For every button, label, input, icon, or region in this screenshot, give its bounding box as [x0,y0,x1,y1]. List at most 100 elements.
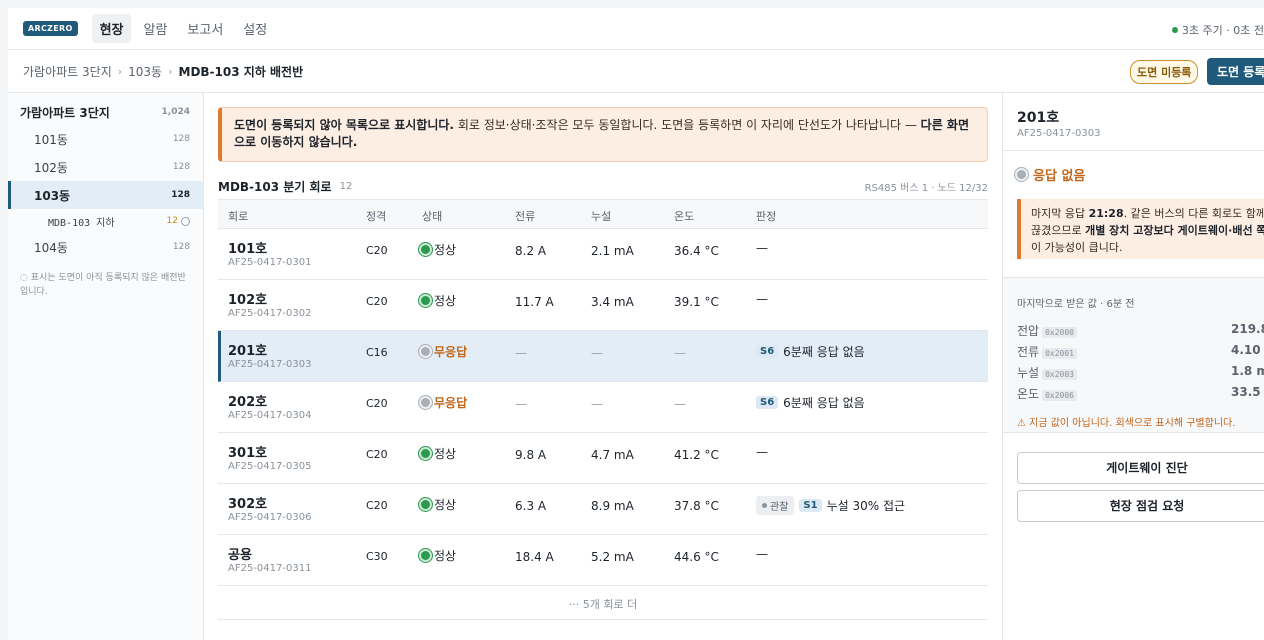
register-tag: 0x2000 [1042,327,1077,338]
detail-status-label: 응답 없음 [1033,169,1086,184]
value-label: 전압 [1017,324,1040,338]
col-current[interactable]: 전류 [515,208,535,224]
circuit-leak: 8.9 mA [591,499,634,513]
circuit-verdict: — [756,445,768,459]
chevron-right-icon: › [117,64,123,78]
divider [1003,150,1264,151]
banner-body: 회로 정보·상태·조작은 모두 동일합니다. 도면을 등록하면 이 자리에 단선… [454,118,921,132]
circuit-state: 무응답 [419,343,467,360]
sidebar: 가람아파트 3단지 1,024 101동 128 102동 128 103동 1… [8,93,204,640]
circuit-verdict: S6 6분째 응답 없음 [756,343,865,360]
table-row[interactable]: 102호 AF25-0417-0302 C20 정상 11.7 A 3.4 mA… [218,280,988,331]
value-row: 전압0x2000 219.8 V [1017,322,1264,339]
circuit-current: — [515,346,527,360]
circuit-rating: C20 [366,499,388,512]
detail-panel: 201호 AF25-0417-0303 응답 없음 마지막 응답 21:28. … [1002,93,1264,640]
status-none-icon [1015,168,1028,181]
circuit-rating: C30 [366,550,388,563]
detail-serial: AF25-0417-0303 [1017,128,1101,139]
severity-badge: S1 [799,499,822,512]
circuit-current: 11.7 A [515,295,554,309]
msg-time: 21:28 [1088,207,1124,220]
circuit-name: 102호 [228,293,268,308]
table-row-selected[interactable]: 201호 AF25-0417-0303 C16 무응답 — — — S6 6분째 … [218,331,988,382]
register-drawing-button[interactable]: 도면 등록 [1207,58,1264,85]
observe-badge: 관찰 [756,496,795,515]
sidebar-item-count: 128 [172,134,190,144]
verdict-text: — [756,292,768,306]
circuit-temp: 37.8 °C [674,499,719,513]
circuit-verdict: — [756,292,768,306]
circuit-name: 301호 [228,446,268,461]
table-row[interactable]: 302호 AF25-0417-0306 C20 정상 6.3 A 8.9 mA … [218,484,988,535]
sidebar-site[interactable]: 가람아파트 3단지 1,024 [8,99,203,125]
last-values-title: 마지막으로 받은 값 [1017,299,1097,310]
status-none-icon [419,396,432,409]
nav-tab-reports[interactable]: 보고서 [179,14,231,43]
detail-status: 응답 없음 [1015,165,1085,184]
circuit-name: 공용 [228,548,252,563]
msg-part: 이 가능성이 큽니다. [1031,241,1123,254]
col-verdict[interactable]: 판정 [756,208,776,224]
sidebar-item-count: 128 [172,242,190,252]
more-circuits-link[interactable]: ··· 5개 회로 더 [218,586,988,620]
chevron-right-icon: › [168,64,173,78]
circuit-leak: — [591,397,603,411]
unregistered-badge: 도면 미등록 [1130,60,1199,84]
breadcrumb-building[interactable]: 103동 [128,63,162,80]
circuit-verdict: 관찰 S1 누설 30% 접근 [756,496,905,515]
register-tag: 0x2001 [1042,348,1077,359]
sidebar-item-101[interactable]: 101동 128 [8,125,203,153]
nav-tab-settings[interactable]: 설정 [235,14,275,43]
last-values-age: · 6분 전 [1100,299,1135,310]
sidebar-item-count: 128 [172,162,190,172]
verdict-text: 6분째 응답 없음 [783,396,865,410]
table-header-line: MDB-103 분기 회로 12 RS485 버스 1 · 노드 12/32 [218,178,988,195]
sidebar-item-label: 103동 [34,188,71,203]
gateway-diagnose-button[interactable]: 게이트웨이 진단 [1017,452,1264,484]
main-content: 도면이 등록되지 않아 목록으로 표시합니다. 회로 정보·상태·조작은 모두 … [204,93,1002,640]
state-label: 무응답 [434,345,468,359]
sidebar-item-103[interactable]: 103동 128 [8,181,203,209]
breadcrumb-bar: 가람아파트 3단지 › 103동 › MDB-103 지하 배전반 도면 미등록… [8,50,1264,93]
table-row[interactable]: 301호 AF25-0417-0305 C20 정상 9.8 A 4.7 mA … [218,433,988,484]
circuit-state: 정상 [419,496,456,513]
sidebar-item-label: 104동 [34,240,68,255]
verdict-text: 6분째 응답 없음 [783,345,865,359]
circuit-rating: C16 [366,346,388,359]
state-label: 정상 [434,498,457,512]
sidebar-item-count: 128 [171,190,190,200]
sidebar-item-102[interactable]: 102동 128 [8,153,203,181]
nav-tab-site[interactable]: 현장 [91,14,132,43]
status-ok-icon [419,549,432,562]
circuit-temp: 44.6 °C [674,550,719,564]
detail-title: 201호 [1017,110,1060,126]
brand-logo: ARCZERO [23,21,78,36]
sidebar-item-label: 101동 [34,132,68,147]
sidebar-item-104[interactable]: 104동 128 [8,233,203,261]
table-row[interactable]: 101호 AF25-0417-0301 C20 정상 8.2 A 2.1 mA … [218,229,988,280]
circuit-name: 201호 [228,344,268,359]
sidebar-site-label: 가람아파트 3단지 [20,105,110,120]
nav-tab-alarms[interactable]: 알람 [135,14,175,43]
col-state[interactable]: 상태 [422,208,442,224]
value-label: 온도 [1017,387,1040,401]
col-leak[interactable]: 누설 [591,208,611,224]
inspection-request-button[interactable]: 현장 점검 요청 [1017,490,1264,522]
value-reading: 33.5 °C [1231,385,1264,399]
circuit-serial: AF25-0417-0302 [228,308,312,319]
circuit-state: 정상 [419,445,456,462]
table-row[interactable]: 공용 AF25-0417-0311 C30 정상 18.4 A 5.2 mA 4… [218,535,988,586]
state-label: 정상 [434,294,457,308]
sidebar-item-label: 102동 [34,160,68,175]
col-circuit[interactable]: 회로 [228,208,248,224]
value-row: 누설0x2003 1.8 mA [1017,364,1264,381]
unregistered-ring-icon [181,216,190,226]
sidebar-item-mdb-103[interactable]: MDB-103 지하 12 [8,209,203,233]
breadcrumb-site[interactable]: 가람아파트 3단지 [23,63,112,80]
notice-banner: 도면이 등록되지 않아 목록으로 표시합니다. 회로 정보·상태·조작은 모두 … [218,107,988,162]
col-temp[interactable]: 온도 [674,208,694,224]
top-nav: ARCZERO 현장 알람 보고서 설정 3초 주기 · 0초 전 [8,8,1264,50]
table-row[interactable]: 202호 AF25-0417-0304 C20 무응답 — — — S6 6분째 … [218,382,988,433]
col-rating[interactable]: 정격 [366,208,386,224]
